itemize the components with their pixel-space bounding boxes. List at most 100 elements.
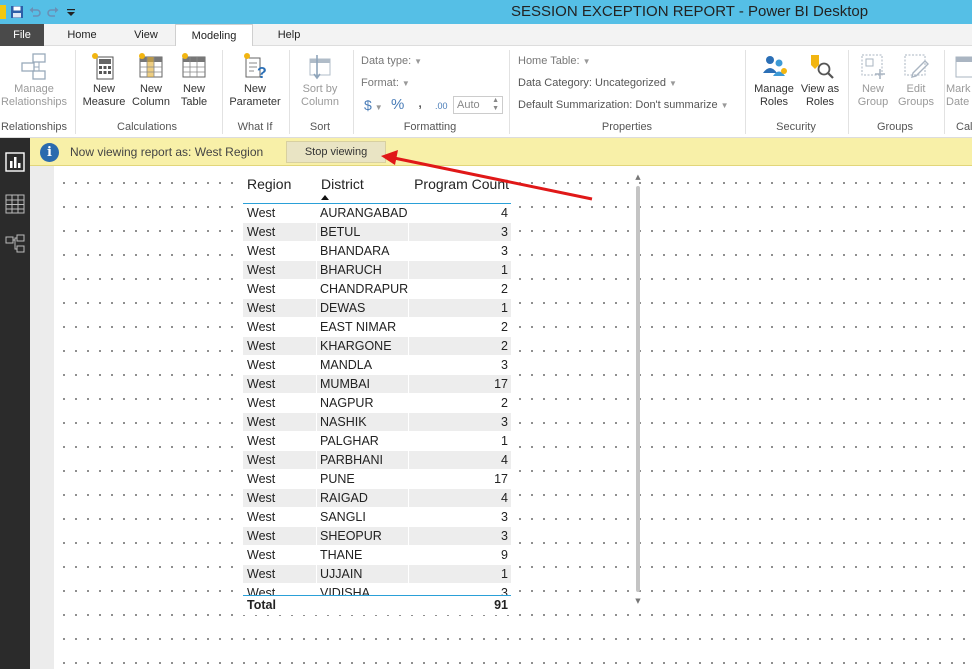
- cell-region: West: [247, 358, 276, 372]
- table-visual[interactable]: Region District Program Count West AURANG…: [240, 167, 512, 615]
- decimal-button[interactable]: .00: [435, 101, 448, 111]
- manage-roles-button[interactable]: Manage Roles: [750, 51, 798, 109]
- new-table-label: New Table: [180, 83, 208, 108]
- cell-program-count: 2: [409, 337, 511, 355]
- new-group-button[interactable]: New Group: [852, 51, 894, 109]
- cell-region: West: [247, 548, 276, 562]
- new-table-icon: [182, 53, 206, 78]
- report-page: [54, 166, 972, 669]
- group-properties-label: Properties: [601, 121, 653, 133]
- cell-district: MANDLA: [320, 358, 373, 372]
- cell-region: West: [243, 299, 316, 317]
- cell-district: KHARGONE: [317, 337, 408, 355]
- ribbon-separator: [289, 50, 290, 134]
- mark-as-date-table-button[interactable]: Mark as Date Table: [946, 51, 972, 109]
- data-type-dropdown[interactable]: Data type: ▼: [361, 55, 422, 67]
- data-category-dropdown[interactable]: Data Category: Uncategorized ▼: [518, 77, 677, 89]
- stop-viewing-button[interactable]: Stop viewing: [286, 141, 386, 163]
- cell-district: MUMBAI: [317, 375, 408, 393]
- customize-toolbar-icon[interactable]: [64, 5, 78, 19]
- cell-district: UJJAIN: [317, 565, 408, 583]
- home-table-dropdown[interactable]: Home Table: ▼: [518, 55, 590, 67]
- table-row[interactable]: West NAGPUR 2: [243, 394, 511, 413]
- column-header-region[interactable]: Region: [247, 176, 291, 192]
- manage-relationships-button[interactable]: Manage Relationships: [0, 51, 68, 109]
- scroll-down-icon[interactable]: ▼: [632, 596, 644, 606]
- table-row[interactable]: West RAIGAD 4: [243, 489, 511, 508]
- table-row[interactable]: West DEWAS 1: [243, 299, 511, 318]
- redo-icon[interactable]: [46, 5, 60, 19]
- cell-region: West: [243, 413, 316, 431]
- tab-help[interactable]: Help: [262, 24, 316, 46]
- table-row[interactable]: West EAST NIMAR 2: [243, 318, 511, 337]
- tab-modeling[interactable]: Modeling: [175, 24, 253, 47]
- view-navigation-bar: [0, 138, 30, 669]
- undo-icon[interactable]: [28, 5, 42, 19]
- table-row[interactable]: West UJJAIN 1: [243, 565, 511, 584]
- cell-district: AURANGABAD: [320, 206, 408, 220]
- home-table-label: Home Table:: [518, 55, 580, 67]
- tab-view[interactable]: View: [120, 24, 172, 46]
- new-table-button[interactable]: New Table: [174, 51, 214, 109]
- default-summarization-dropdown[interactable]: Default Summarization: Don't summarize ▼: [518, 99, 728, 111]
- table-row[interactable]: West AURANGABAD 4: [243, 204, 511, 223]
- table-row[interactable]: West PARBHANI 4: [243, 451, 511, 470]
- sort-by-column-button[interactable]: Sort by Column: [292, 51, 348, 109]
- tab-home[interactable]: Home: [54, 24, 110, 46]
- table-row[interactable]: West KHARGONE 2: [243, 337, 511, 356]
- table-row[interactable]: West BHARUCH 1: [243, 261, 511, 280]
- ribbon-separator: [222, 50, 223, 134]
- table-row[interactable]: West PALGHAR 1: [243, 432, 511, 451]
- cell-program-count: 1: [409, 299, 511, 317]
- ribbon-tabs: File Home View Modeling Help: [0, 24, 972, 47]
- total-row: Total 91: [243, 596, 511, 614]
- column-header-district[interactable]: District: [321, 176, 364, 192]
- table-row[interactable]: West NASHIK 3: [243, 413, 511, 432]
- cell-program-count: 4: [409, 451, 511, 469]
- currency-button[interactable]: $ ▼: [364, 97, 383, 113]
- window-title: SESSION EXCEPTION REPORT - Power BI Desk…: [511, 3, 869, 20]
- data-view-icon[interactable]: [5, 194, 25, 214]
- ribbon-separator: [848, 50, 849, 134]
- parameter-icon: ?: [244, 53, 267, 81]
- table-row[interactable]: West PUNE 17: [243, 470, 511, 489]
- report-view-icon[interactable]: [5, 152, 25, 172]
- comma-button[interactable]: ,: [418, 94, 422, 111]
- scroll-up-icon[interactable]: ▲: [632, 172, 644, 182]
- save-icon[interactable]: [10, 5, 24, 19]
- cell-program-count: 3: [501, 586, 508, 595]
- scrollbar-thumb[interactable]: [636, 186, 640, 592]
- table-scrollbar[interactable]: ▲ ▼: [632, 172, 644, 606]
- cell-district: PARBHANI: [317, 451, 408, 469]
- table-row[interactable]: West BETUL 3: [243, 223, 511, 242]
- edit-groups-button[interactable]: Edit Groups: [894, 51, 938, 109]
- data-type-label: Data type:: [361, 55, 412, 67]
- chevron-down-icon: ▼: [401, 79, 410, 88]
- new-parameter-label: New Parameter: [229, 83, 281, 108]
- table-row[interactable]: West SANGLI 3: [243, 508, 511, 527]
- table-row[interactable]: West CHANDRAPUR 2: [243, 280, 511, 299]
- table-row[interactable]: West BHANDARA 3: [243, 242, 511, 261]
- tab-file[interactable]: File: [0, 24, 44, 46]
- title-bar: SESSION EXCEPTION REPORT - Power BI Desk…: [0, 0, 972, 24]
- decimal-places-input[interactable]: Auto ▲ ▼: [453, 96, 503, 114]
- table-row[interactable]: West VIDISHA 3: [243, 584, 511, 595]
- cell-region: West: [247, 510, 276, 524]
- table-row[interactable]: West SHEOPUR 3: [243, 527, 511, 546]
- new-measure-button[interactable]: New Measure: [80, 51, 128, 109]
- cell-program-count: 3: [409, 223, 511, 241]
- format-dropdown[interactable]: Format: ▼: [361, 77, 410, 89]
- new-parameter-button[interactable]: ? New Parameter: [227, 51, 283, 109]
- new-column-button[interactable]: New Column: [128, 51, 174, 109]
- spinner-icon[interactable]: ▲ ▼: [492, 97, 499, 113]
- table-row[interactable]: West MUMBAI 17: [243, 375, 511, 394]
- table-row[interactable]: West THANE 9: [243, 546, 511, 565]
- column-header-program-count[interactable]: Program Count: [414, 176, 509, 192]
- percent-button[interactable]: %: [391, 96, 404, 113]
- calculator-icon: [92, 53, 114, 80]
- cell-district: PUNE: [320, 472, 355, 486]
- view-as-roles-button[interactable]: View as Roles: [798, 51, 842, 109]
- table-row[interactable]: West MANDLA 3: [243, 356, 511, 375]
- relationships-view-icon[interactable]: [5, 234, 25, 254]
- cell-program-count: 3: [409, 527, 511, 545]
